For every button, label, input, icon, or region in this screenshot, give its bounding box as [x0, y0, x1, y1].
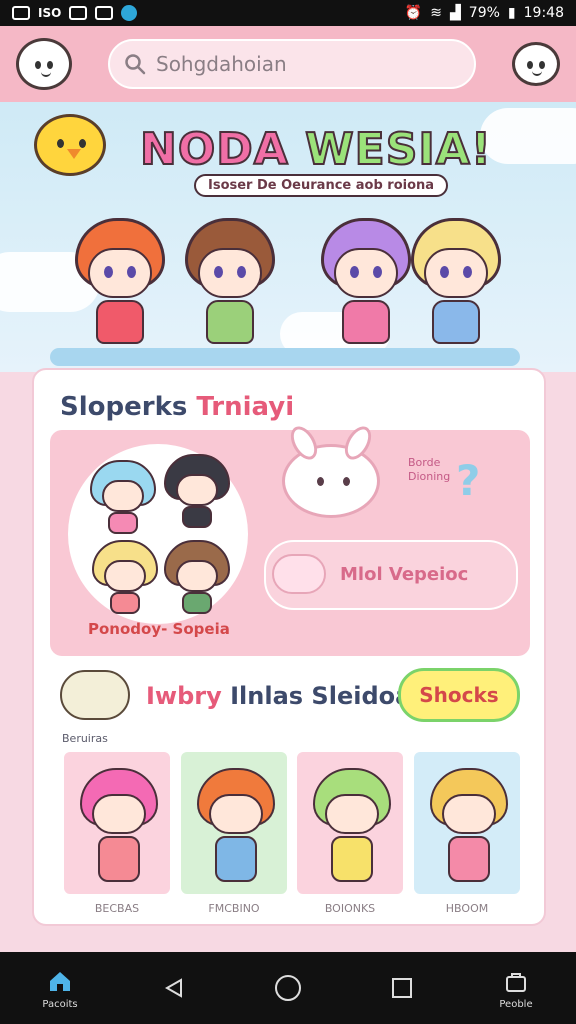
- outfit: [432, 300, 480, 344]
- character-thumb[interactable]: [62, 750, 172, 896]
- mini-character: [92, 540, 158, 614]
- outfit: [342, 300, 390, 344]
- face: [198, 248, 262, 298]
- mouth: [532, 70, 542, 76]
- character-thumb[interactable]: [412, 750, 522, 896]
- row-title: Iwbry Ilnlas Sleidoar:: [146, 682, 433, 710]
- mini-character: [164, 454, 230, 528]
- search-icon: [125, 54, 146, 75]
- character-brunette: [180, 218, 280, 358]
- hero-title-part-b: WESIA!: [304, 123, 492, 176]
- eye: [35, 61, 41, 69]
- face: [424, 248, 488, 298]
- character-redhead: [70, 218, 170, 358]
- nav-home-label: Pacoits: [42, 998, 78, 1010]
- outfit: [96, 300, 144, 344]
- eye: [539, 61, 545, 69]
- section-title-part-a: Sloperks: [60, 392, 188, 422]
- hero-subtitle: Isoser De Oeurance aob roiona: [194, 174, 449, 197]
- signal-icon: ▟: [450, 5, 461, 21]
- mascot-menu-button[interactable]: [16, 38, 72, 90]
- swirl-icon: ?: [456, 456, 481, 505]
- hero-title-part-a: NODA: [139, 123, 289, 176]
- profile-mascot-button[interactable]: [512, 42, 560, 86]
- eye: [57, 139, 64, 148]
- bag-icon: [502, 967, 530, 995]
- nav-home-circle[interactable]: [258, 974, 318, 1002]
- mouth: [41, 71, 51, 77]
- nav-home[interactable]: Pacoits: [30, 967, 90, 1010]
- back-triangle-icon: [160, 974, 188, 1002]
- home-circle-icon: [274, 974, 302, 1002]
- thumb-label: BECBAS: [94, 902, 140, 915]
- group-illustration: [68, 444, 248, 624]
- eye: [79, 139, 86, 148]
- battery-icon: ▮: [507, 5, 516, 21]
- status-bar: ISO ⏰ ≋ ▟ 79% ▮ 19:48: [0, 0, 576, 26]
- nav-profile-label: Peoble: [499, 998, 533, 1010]
- bottom-navigation: Pacoits Peoble: [0, 952, 576, 1024]
- blob-icon: [272, 554, 326, 594]
- face: [334, 248, 398, 298]
- eye: [317, 477, 324, 486]
- bunny-illustration: [282, 421, 380, 518]
- mini-character: [90, 460, 156, 534]
- featured-panel[interactable]: Ponodoy- Sopeia Borde Dioning ? Mlol Vep…: [50, 421, 530, 656]
- app-icon: [69, 6, 88, 20]
- wifi-icon: ≋: [430, 5, 443, 21]
- section-title-part-b: Trniayi: [196, 392, 295, 422]
- telegram-icon: [121, 5, 138, 21]
- hero-title: NODA WESIA!: [139, 123, 492, 176]
- feature-badge: Borde Dioning: [408, 456, 450, 484]
- battery-level: 79%: [468, 5, 500, 21]
- thumb-label: HBOOM: [445, 902, 489, 915]
- face: [88, 248, 152, 298]
- feature-badge-line1: Borde: [408, 456, 441, 469]
- character-blonde: [406, 218, 506, 358]
- feature-badge-line2: Dioning: [408, 470, 451, 483]
- row-title-part-a: Iwbry: [146, 682, 222, 710]
- cat-icon: [60, 670, 130, 720]
- status-badge: ISO: [38, 6, 62, 20]
- search-input[interactable]: [156, 52, 456, 76]
- hero-banner: NODA WESIA! Isoser De Oeurance aob roion…: [0, 102, 576, 372]
- feature-pill-button[interactable]: Mlol Vepeioc: [264, 540, 518, 610]
- home-icon: [46, 967, 74, 995]
- feature-pill-label: Mlol Vepeioc: [340, 564, 469, 585]
- nav-back[interactable]: [144, 974, 204, 1002]
- status-left: ISO: [12, 5, 138, 21]
- group-label: Ponodoy- Sopeia: [88, 620, 230, 638]
- nav-profile[interactable]: Peoble: [486, 967, 546, 1010]
- eye: [343, 477, 350, 486]
- thumb-label: FMCBINO: [208, 902, 260, 915]
- section-title: Sloperks Trniayi: [60, 392, 294, 422]
- outfit: [206, 300, 254, 344]
- content-card: Sloperks Trniayi Ponodoy- Sopeia Borde D…: [32, 368, 546, 926]
- mini-character: [164, 540, 230, 614]
- eye: [47, 61, 53, 69]
- search-bar[interactable]: [108, 39, 476, 89]
- cloud-decoration: [480, 108, 576, 164]
- chick-mascot: [34, 114, 106, 176]
- character-thumb[interactable]: [295, 750, 405, 896]
- alarm-icon: ⏰: [404, 5, 423, 21]
- status-right: ⏰ ≋ ▟ 79% ▮ 19:48: [405, 5, 564, 21]
- thumb-label: BOIONKS: [324, 902, 376, 915]
- recents-square-icon: [388, 974, 416, 1002]
- clock: 19:48: [523, 5, 564, 21]
- check-button[interactable]: Shocks: [398, 668, 520, 722]
- row-small-label: Beruiras: [62, 732, 108, 745]
- app-bar: [0, 26, 576, 102]
- character-thumb[interactable]: [179, 750, 289, 896]
- chat-icon: [95, 6, 114, 20]
- nav-recents[interactable]: [372, 974, 432, 1002]
- eye: [527, 61, 533, 69]
- beak: [67, 149, 81, 159]
- character-purple: [316, 218, 416, 358]
- image-icon: [12, 6, 30, 20]
